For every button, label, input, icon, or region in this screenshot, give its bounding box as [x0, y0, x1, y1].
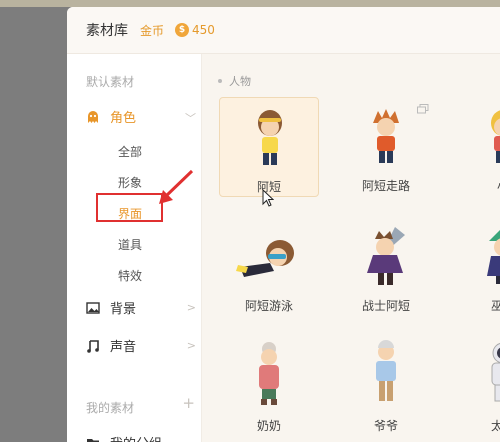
sub-item-effects[interactable]: 特效 — [118, 267, 142, 284]
background-window-strip — [0, 0, 500, 7]
sub-item-figure[interactable]: 形象 — [118, 174, 142, 191]
character-thumbnail — [367, 227, 405, 285]
default-materials-heading: 默认素材 — [86, 75, 135, 89]
material-card-grandma[interactable]: 奶奶 — [219, 337, 319, 437]
material-card-partial-1[interactable]: 小 — [453, 97, 500, 197]
material-name: 太空 — [490, 419, 500, 433]
materials-grid: 人物 阿短 阿短走路 阿短游泳 战士阿短 巫 奶奶 爷爷 太 — [202, 54, 500, 442]
sidebar-item-backgrounds[interactable]: 背景 > — [86, 296, 196, 318]
copy-icon[interactable] — [417, 104, 429, 114]
category-sidebar: 默认素材 角色 ﹀ 全部 形象 界面 道具 特效 背景 > 声音 > 我的素材 … — [67, 54, 202, 442]
chevron-down-icon[interactable]: ﹀ — [185, 110, 196, 126]
bullet-icon — [218, 79, 222, 83]
character-thumbnail — [491, 342, 500, 402]
character-thumbnail — [491, 110, 500, 163]
sub-item-props[interactable]: 道具 — [118, 236, 142, 253]
coin-icon: $ — [175, 23, 190, 37]
ghost-icon — [86, 109, 100, 123]
music-note-icon — [86, 338, 100, 353]
material-name: 阿短走路 — [361, 179, 410, 193]
material-card-grandpa[interactable]: 爷爷 — [336, 337, 436, 437]
add-material-button[interactable]: + — [182, 394, 195, 412]
material-card-ah-duan[interactable]: 阿短 — [219, 97, 319, 197]
material-card-wizard[interactable]: 巫师 — [453, 217, 500, 317]
material-card-ah-duan-walking[interactable]: 阿短走路 — [336, 97, 436, 197]
folder-icon — [86, 435, 100, 442]
sidebar-item-sounds[interactable]: 声音 > — [86, 334, 196, 356]
material-name: 奶奶 — [256, 419, 281, 433]
material-name: 阿短游泳 — [244, 299, 293, 313]
coin-label: 金币 — [140, 23, 165, 38]
category-name: 人物 — [229, 75, 251, 88]
sidebar-item-my-group[interactable]: 我的分组 — [86, 431, 196, 442]
character-thumbnail — [259, 342, 279, 405]
character-thumbnail — [258, 110, 282, 165]
character-thumbnail — [373, 109, 399, 163]
chevron-right-icon[interactable]: > — [187, 339, 196, 352]
dialog-header: 素材库 金币 $ 450 — [67, 7, 500, 54]
material-card-ah-duan-swimming[interactable]: 阿短游泳 — [219, 217, 319, 317]
material-name: 爷爷 — [373, 419, 398, 433]
material-card-space[interactable]: 太空 — [453, 337, 500, 437]
sidebar-item-label: 角色 — [110, 110, 137, 126]
material-name: 巫师 — [490, 299, 500, 313]
character-thumbnail — [236, 240, 294, 277]
material-card-warrior-ah-duan[interactable]: 战士阿短 — [336, 217, 436, 317]
character-thumbnail — [376, 340, 396, 401]
sidebar-item-characters[interactable]: 角色 ﹀ — [86, 105, 196, 127]
my-materials-heading: 我的素材 — [86, 401, 135, 415]
sub-item-all[interactable]: 全部 — [118, 143, 142, 160]
sidebar-item-label: 背景 — [110, 301, 137, 317]
chevron-right-icon[interactable]: > — [187, 301, 196, 314]
category-heading: 人物 — [218, 73, 251, 89]
character-thumbnail — [487, 230, 500, 284]
annotation-arrow-icon — [159, 169, 194, 204]
highlight-box — [96, 193, 163, 222]
material-library-dialog: 素材库 金币 $ 450 默认素材 角色 ﹀ 全部 形象 界面 道具 特效 背景… — [67, 7, 500, 442]
dialog-title: 素材库 — [86, 23, 128, 39]
image-icon — [86, 300, 100, 314]
material-name: 战士阿短 — [361, 299, 410, 313]
sidebar-item-label: 我的分组 — [110, 433, 162, 442]
coin-count: 450 — [192, 23, 215, 37]
sidebar-item-label: 声音 — [110, 339, 137, 355]
mouse-cursor-icon — [262, 189, 274, 207]
material-name: 小 — [453, 177, 500, 194]
